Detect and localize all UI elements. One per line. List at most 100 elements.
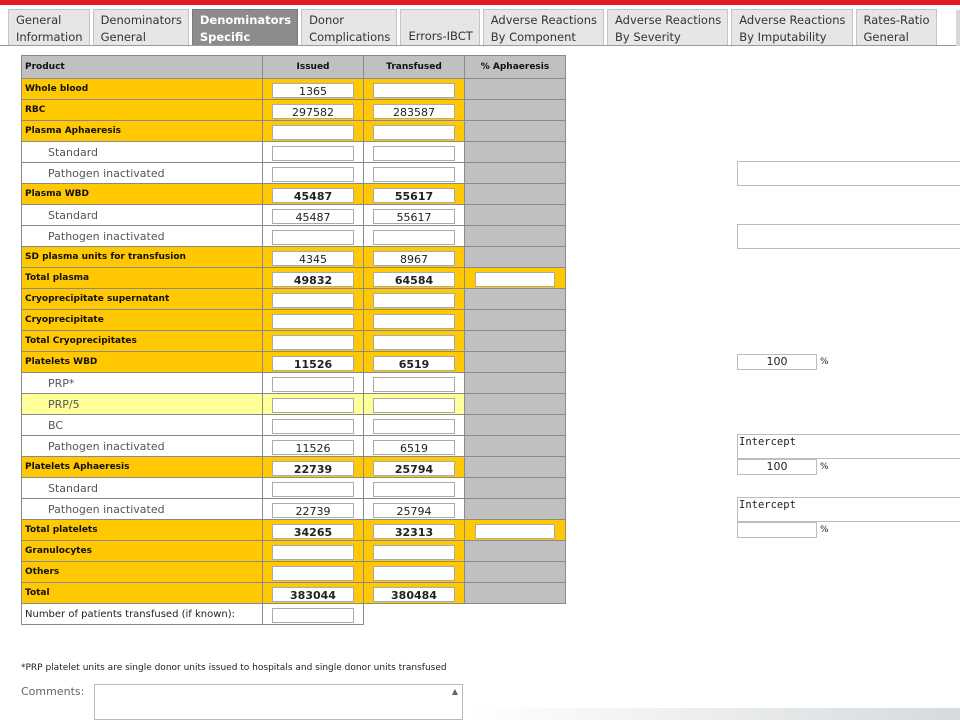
- transfused-cell: 6519: [363, 435, 465, 457]
- transfused-input[interactable]: [373, 544, 455, 560]
- issued-input[interactable]: 45487: [272, 208, 354, 224]
- transfused-input[interactable]: 32313: [373, 523, 455, 539]
- transfused-input[interactable]: [373, 418, 455, 434]
- issued-input[interactable]: 34265: [272, 523, 354, 539]
- transfused-input[interactable]: [373, 376, 455, 392]
- transfused-input[interactable]: 25794: [373, 502, 455, 518]
- aphaeresis-input[interactable]: [475, 271, 555, 287]
- issued-cell: 22739: [262, 498, 364, 520]
- issued-input[interactable]: [272, 481, 354, 497]
- transfused-input[interactable]: [373, 397, 455, 413]
- transfused-cell: 55617: [363, 183, 465, 205]
- row-label: Plasma WBD: [21, 183, 263, 205]
- issued-input[interactable]: [272, 313, 354, 329]
- row-label: PRP/5: [21, 393, 263, 415]
- issued-input[interactable]: 11526: [272, 439, 354, 455]
- transfused-cell: 380484: [363, 582, 465, 604]
- inactivation-method-input[interactable]: Intercept: [737, 433, 960, 459]
- transfused-input[interactable]: 283587: [373, 103, 455, 119]
- tab-label-line1: Donor: [309, 13, 345, 27]
- transfused-cell: [363, 309, 465, 331]
- issued-input[interactable]: [272, 292, 354, 308]
- inactivation-method-input[interactable]: [737, 223, 960, 249]
- inactivation-method-input[interactable]: Intercept: [737, 496, 960, 522]
- transfused-input[interactable]: [373, 313, 455, 329]
- issued-cell: 22739: [262, 456, 364, 478]
- issued-cell: [262, 309, 364, 331]
- transfused-input[interactable]: [373, 292, 455, 308]
- pas-percent-input[interactable]: 100: [737, 353, 817, 370]
- issued-input[interactable]: [272, 418, 354, 434]
- transfused-input[interactable]: 25794: [373, 460, 455, 476]
- tab-errors-ibct[interactable]: Errors-IBCT: [400, 9, 480, 46]
- issued-input[interactable]: [272, 397, 354, 413]
- tab-adverse-reactions-by-severity[interactable]: Adverse Reactions By Severity: [607, 9, 729, 46]
- tab-label-line1: Adverse Reactions: [739, 13, 846, 27]
- comments-textarea[interactable]: ▲: [94, 684, 463, 720]
- tab-label-line2: By Imputability: [739, 30, 827, 44]
- issued-input[interactable]: [272, 124, 354, 140]
- issued-input[interactable]: [272, 145, 354, 161]
- transfused-input[interactable]: [373, 166, 455, 182]
- tab-rates-ratio-general[interactable]: Rates-Ratio General: [855, 9, 937, 46]
- issued-input[interactable]: [272, 544, 354, 560]
- transfused-input[interactable]: [373, 334, 455, 350]
- aphaeresis-input[interactable]: [475, 523, 555, 539]
- aphaeresis-cell: [464, 162, 566, 184]
- issued-input[interactable]: 45487: [272, 187, 354, 203]
- inactivation-method-input[interactable]: [737, 160, 960, 186]
- issued-input[interactable]: 383044: [272, 586, 354, 602]
- issued-input[interactable]: [272, 229, 354, 245]
- transfused-input[interactable]: [373, 229, 455, 245]
- transfused-input[interactable]: [373, 481, 455, 497]
- transfused-input[interactable]: 6519: [373, 355, 455, 371]
- tab-adverse-reactions-by-component[interactable]: Adverse Reactions By Component: [482, 9, 604, 46]
- issued-input[interactable]: [272, 565, 354, 581]
- transfused-input[interactable]: 6519: [373, 439, 455, 455]
- row-label: Platelets WBD: [21, 351, 263, 373]
- row-label: BC: [21, 414, 263, 436]
- tab-denominators-general[interactable]: Denominators General: [92, 9, 189, 46]
- issued-cell: [262, 120, 364, 142]
- issued-input[interactable]: [272, 376, 354, 392]
- scroll-up-icon[interactable]: ▲: [450, 687, 460, 697]
- pas-percent-input[interactable]: [737, 521, 817, 538]
- issued-cell: 49832: [262, 267, 364, 289]
- tab-bar: General Information Denominators General Den…: [8, 9, 940, 46]
- aphaeresis-cell: [464, 246, 566, 268]
- patients-input[interactable]: [272, 607, 354, 623]
- table-row: PRP/5: [21, 393, 566, 415]
- issued-input[interactable]: 11526: [272, 355, 354, 371]
- aphaeresis-cell: [464, 183, 566, 205]
- transfused-input[interactable]: 64584: [373, 271, 455, 287]
- issued-input[interactable]: 22739: [272, 502, 354, 518]
- tab-donor-complications[interactable]: Donor Complications: [301, 9, 398, 46]
- tab-adverse-reactions-by-imputability[interactable]: Adverse Reactions By Imputability: [731, 9, 853, 46]
- tab-divider: [0, 45, 960, 46]
- transfused-input[interactable]: 380484: [373, 586, 455, 602]
- transfused-input[interactable]: 55617: [373, 208, 455, 224]
- transfused-input[interactable]: 55617: [373, 187, 455, 203]
- transfused-input[interactable]: [373, 565, 455, 581]
- pas-percent-input[interactable]: 100: [737, 458, 817, 475]
- issued-input[interactable]: 4345: [272, 250, 354, 266]
- transfused-input[interactable]: [373, 124, 455, 140]
- issued-input[interactable]: 49832: [272, 271, 354, 287]
- tab-denominators-specific[interactable]: Denominators Specific: [191, 9, 299, 46]
- transfused-input[interactable]: 8967: [373, 250, 455, 266]
- transfused-input[interactable]: [373, 145, 455, 161]
- issued-input[interactable]: 297582: [272, 103, 354, 119]
- issued-input[interactable]: [272, 334, 354, 350]
- issued-input[interactable]: 22739: [272, 460, 354, 476]
- tab-general-information[interactable]: General Information: [8, 9, 90, 46]
- issued-input[interactable]: [272, 166, 354, 182]
- table-row: Cryoprecipitate: [21, 309, 566, 331]
- row-label: RBC: [21, 99, 263, 121]
- issued-input[interactable]: 1365: [272, 82, 354, 98]
- row-label: Whole blood: [21, 78, 263, 100]
- transfused-input[interactable]: [373, 82, 455, 98]
- issued-cell: [262, 330, 364, 352]
- row-label: Total platelets: [21, 519, 263, 541]
- table-row: Total Cryoprecipitates: [21, 330, 566, 352]
- aphaeresis-cell: [464, 582, 566, 604]
